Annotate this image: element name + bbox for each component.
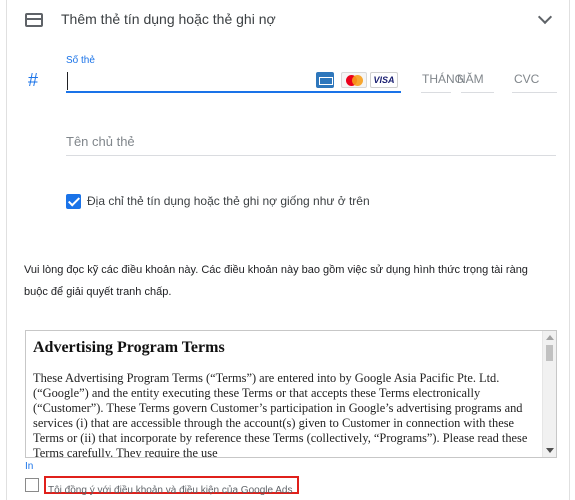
- same-address-label[interactable]: Địa chỉ thẻ tín dụng hoặc thẻ ghi nợ giố…: [87, 194, 370, 208]
- cardholder-underline: [66, 155, 556, 156]
- cardholder-name-input[interactable]: Tên chủ thẻ: [66, 134, 135, 149]
- agree-terms-label[interactable]: Tôi đồng ý với điều khoản và điều kiện c…: [48, 485, 293, 496]
- terms-heading: Advertising Program Terms: [33, 339, 225, 356]
- terms-content: Advertising Program Terms These Advertis…: [33, 339, 540, 458]
- terms-body: These Advertising Program Terms (“Terms”…: [33, 371, 528, 458]
- terms-scroll-box[interactable]: Advertising Program Terms These Advertis…: [25, 330, 557, 458]
- agree-terms-checkbox[interactable]: [25, 478, 39, 492]
- terms-notice: Vui lòng đọc kỹ các điều khoản này. Các …: [24, 264, 528, 298]
- chevron-down-icon[interactable]: [537, 9, 553, 25]
- cvc-underline: [512, 92, 557, 93]
- credit-card-icon: [25, 13, 43, 27]
- terms-scrollbar[interactable]: [542, 331, 556, 457]
- visa-logo-icon: VISA: [370, 72, 398, 88]
- same-address-checkbox[interactable]: [66, 194, 81, 209]
- agree-terms-highlight: Tôi đồng ý với điều khoản và điều kiện c…: [44, 476, 299, 496]
- scroll-down-arrow-icon[interactable]: [546, 448, 554, 453]
- mastercard-yellow-circle: [352, 75, 363, 86]
- cvc-input[interactable]: CVC: [514, 72, 539, 86]
- expiry-month-underline: [421, 92, 451, 93]
- mastercard-logo-icon: [341, 72, 367, 88]
- panel-left-border: [6, 0, 7, 500]
- expiry-year-input[interactable]: NĂM: [457, 72, 484, 86]
- stray-text: In: [25, 461, 34, 472]
- add-card-header[interactable]: Thêm thẻ tín dụng hoặc thẻ ghi nợ: [7, 0, 569, 40]
- text-cursor: [67, 72, 68, 90]
- expiry-year-underline: [461, 92, 494, 93]
- scroll-up-arrow-icon[interactable]: [546, 335, 554, 340]
- add-card-title: Thêm thẻ tín dụng hoặc thẻ ghi nợ: [61, 11, 276, 27]
- card-number-label: Số thẻ: [66, 55, 95, 66]
- amex-logo-icon: [316, 72, 334, 88]
- scroll-thumb[interactable]: [546, 345, 553, 361]
- panel-right-border: [569, 0, 570, 500]
- hash-icon: #: [28, 70, 39, 90]
